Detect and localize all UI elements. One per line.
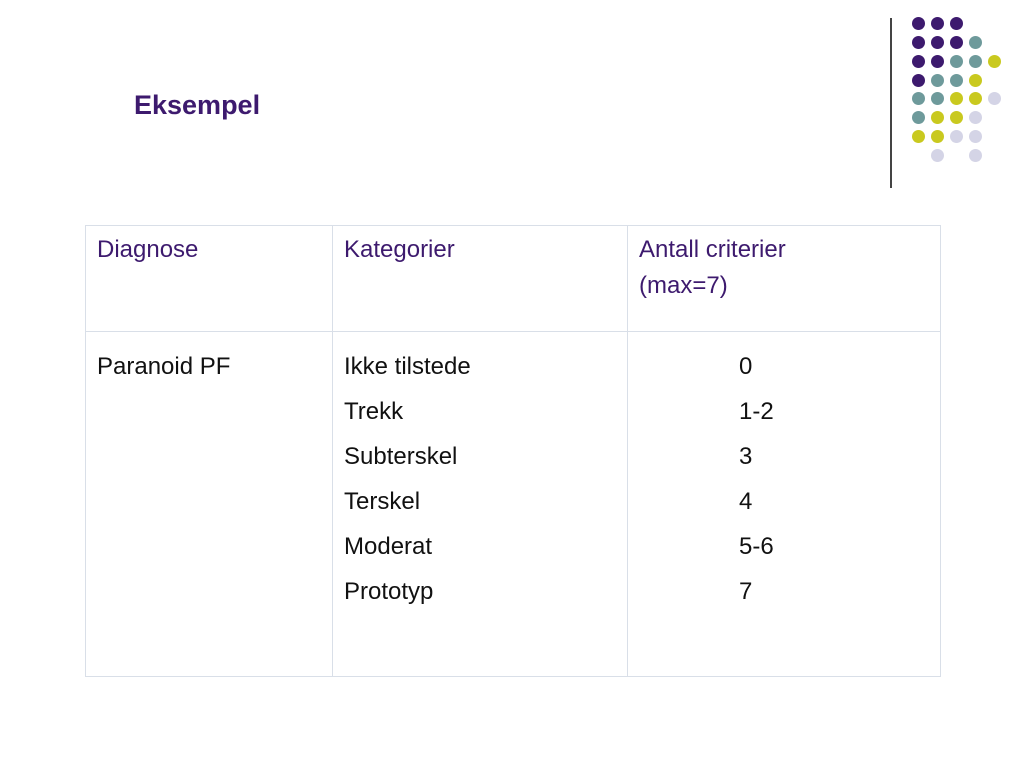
decorative-dot <box>969 74 982 87</box>
decorative-dot <box>988 92 1001 105</box>
list-item: Trekk <box>344 398 404 425</box>
decorative-dot <box>931 149 944 162</box>
decorative-dot <box>931 111 944 124</box>
decorative-dot <box>969 92 982 105</box>
list-item: Prototyp <box>344 578 434 605</box>
decorative-dot <box>912 74 925 87</box>
cell-antall: 0 1-2 3 4 5-6 7 <box>627 331 941 677</box>
list-item: 4 <box>739 488 753 515</box>
decorative-dot <box>912 92 925 105</box>
decorative-dot <box>969 111 982 124</box>
decorative-dot <box>950 111 963 124</box>
list-item: Ikke tilstede <box>344 353 471 380</box>
list-item: 0 <box>739 353 753 380</box>
list-item: 5-6 <box>739 533 774 560</box>
list-item: 3 <box>739 443 753 470</box>
kategorier-list: Ikke tilstede Trekk Subterskel Terskel M… <box>344 344 616 614</box>
header-cell-kategorier: Kategorier <box>332 225 628 332</box>
table-header-row: Diagnose Kategorier Antall criterier (ma… <box>85 225 941 332</box>
decorative-dot <box>931 74 944 87</box>
diagnose-value: Paranoid PF <box>97 353 231 380</box>
decorative-dot <box>950 92 963 105</box>
decorative-dot <box>912 36 925 49</box>
cell-kategorier: Ikke tilstede Trekk Subterskel Terskel M… <box>332 331 628 677</box>
decorative-dot <box>912 111 925 124</box>
vertical-divider <box>890 18 892 188</box>
decorative-dot <box>931 55 944 68</box>
table-row: Paranoid PF Ikke tilstede Trekk Subtersk… <box>85 331 941 677</box>
antall-list: 0 1-2 3 4 5-6 7 <box>639 344 929 614</box>
decorative-dot <box>912 17 925 30</box>
slide-title: Eksempel <box>134 90 261 120</box>
decorative-dot <box>912 55 925 68</box>
header-label: Kategorier <box>344 236 455 263</box>
decorative-dot <box>950 17 963 30</box>
decorative-dot <box>950 55 963 68</box>
list-item: Subterskel <box>344 443 458 470</box>
decorative-dot <box>931 130 944 143</box>
list-item: 1-2 <box>739 398 774 425</box>
cell-diagnose: Paranoid PF <box>85 331 333 677</box>
header-label: Diagnose <box>97 236 199 263</box>
decorative-dot <box>912 130 925 143</box>
decorative-dot <box>950 130 963 143</box>
decorative-dot <box>950 36 963 49</box>
decorative-dot <box>931 36 944 49</box>
decorative-dot <box>969 55 982 68</box>
header-label-line: (max=7) <box>639 272 728 299</box>
decorative-dot <box>969 149 982 162</box>
list-item: 7 <box>739 578 753 605</box>
criteria-table: Diagnose Kategorier Antall criterier (ma… <box>85 225 941 677</box>
decorative-dot <box>969 130 982 143</box>
decorative-dot <box>950 74 963 87</box>
decorative-dot <box>931 92 944 105</box>
decorative-dot <box>988 55 1001 68</box>
header-cell-antall: Antall criterier (max=7) <box>627 225 941 332</box>
decorative-dot <box>969 36 982 49</box>
list-item: Moderat <box>344 533 433 560</box>
list-item: Terskel <box>344 488 421 515</box>
decorative-dot <box>931 17 944 30</box>
header-cell-diagnose: Diagnose <box>85 225 333 332</box>
header-label-line: Antall criterier <box>639 236 786 263</box>
